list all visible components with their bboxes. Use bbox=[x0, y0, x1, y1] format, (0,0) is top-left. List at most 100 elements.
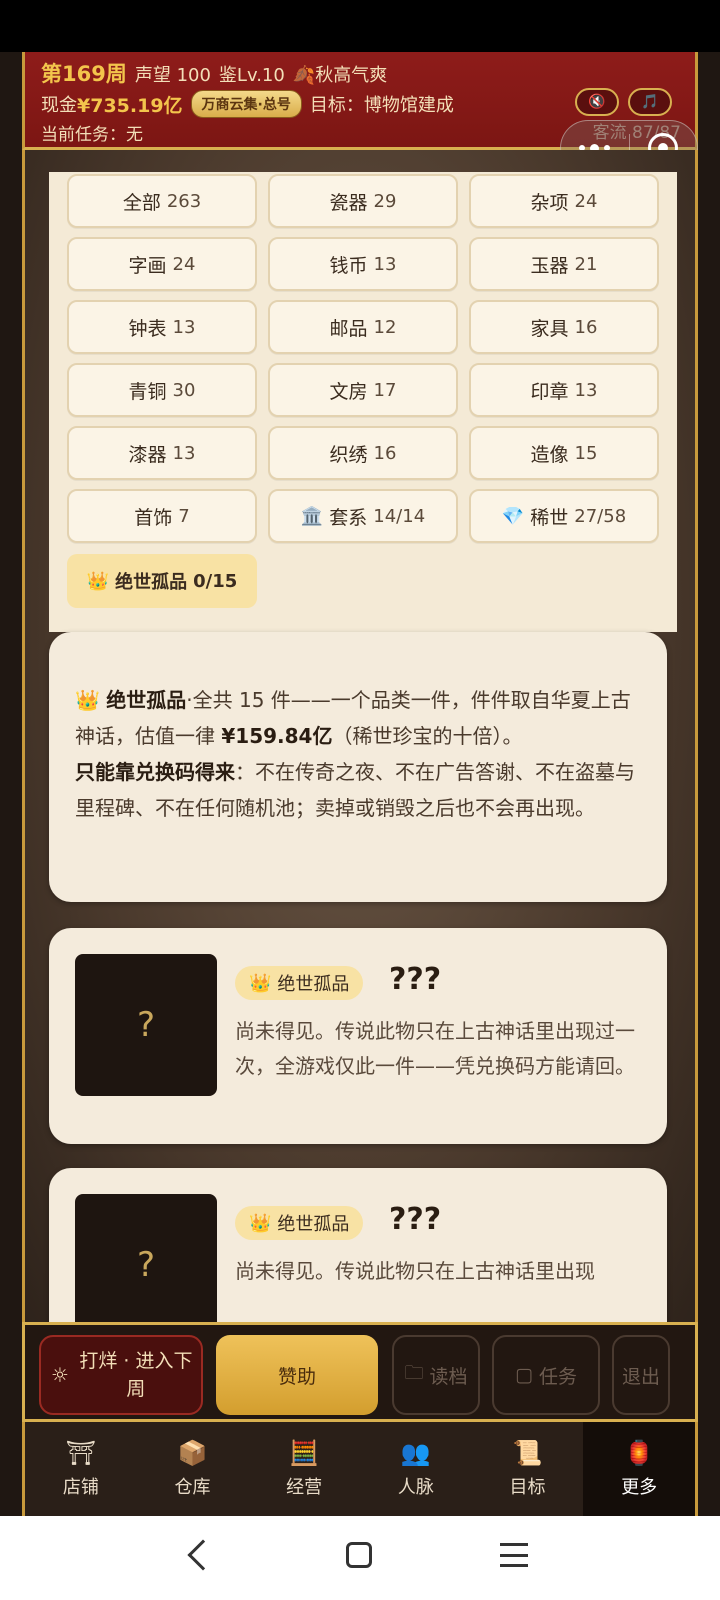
filter-chip-count: 16 bbox=[574, 316, 598, 338]
filter-legendary[interactable]: 👑 绝世孤品 0/15 bbox=[67, 554, 257, 608]
folder-icon: 🗀 bbox=[404, 1362, 424, 1384]
tab-shop[interactable]: ⛩ 店铺 bbox=[25, 1422, 137, 1516]
music-icon: 🎵 bbox=[641, 94, 659, 110]
filter-chip-label: 钟表 bbox=[128, 317, 167, 340]
filter-chip-label: 漆器 bbox=[128, 443, 167, 466]
warehouse-icon: 📦 bbox=[177, 1439, 208, 1467]
back-icon[interactable] bbox=[187, 1539, 219, 1571]
filter-chip-count: 27/58 bbox=[574, 505, 627, 527]
filter-chip-count: 14/14 bbox=[373, 505, 426, 527]
collection-scroll-area[interactable]: 全部 263 瓷器 29 杂项 24 字画 24 钱币 13 玉器 21 钟表 13 邮品 12 家具 16 青铜 3… bbox=[22, 150, 698, 1322]
filter-chip-label: 全部 bbox=[122, 191, 161, 214]
next-week-label: 打烊 · 进入下周 bbox=[79, 1350, 193, 1400]
people-icon: 👥 bbox=[400, 1439, 431, 1467]
maple-leaf-icon: 🍂 bbox=[292, 65, 316, 86]
filter-chip[interactable]: 漆器 13 bbox=[67, 426, 257, 480]
crown-icon: 👑 bbox=[75, 688, 100, 712]
filter-chip-count: 24 bbox=[172, 253, 196, 275]
filter-chip[interactable]: 邮品 12 bbox=[268, 300, 458, 354]
filter-chip[interactable]: 🏛️ 套系 14/14 bbox=[268, 489, 458, 543]
merchant-badge[interactable]: 万商云集·总号 bbox=[190, 90, 302, 118]
action-bar: ☼ 打烊 · 进入下周 赞助 🗀 读档 ▢ 任务 退出 bbox=[22, 1322, 698, 1422]
filter-chip[interactable]: 家具 16 bbox=[469, 300, 659, 354]
tab-warehouse[interactable]: 📦 仓库 bbox=[137, 1422, 249, 1516]
info-title: 绝世孤品 bbox=[106, 688, 187, 712]
filter-chip-count: 263 bbox=[166, 190, 202, 212]
tab-more[interactable]: 🏮 更多 bbox=[583, 1422, 696, 1516]
shop-icon: ⛩ bbox=[65, 1439, 97, 1467]
filter-chip[interactable]: 瓷器 29 bbox=[268, 174, 458, 228]
item-name: ??? bbox=[389, 962, 442, 997]
tab-goals[interactable]: 📜 目标 bbox=[472, 1422, 584, 1516]
mute-button[interactable]: 🔇 bbox=[575, 88, 619, 116]
exit-button[interactable]: 退出 bbox=[612, 1335, 670, 1415]
current-task: 当前任务：无 bbox=[41, 125, 143, 145]
filter-chip-label: 织绣 bbox=[329, 443, 368, 466]
filter-chip-count: 30 bbox=[172, 379, 196, 401]
info-price: ¥159.84亿 bbox=[221, 724, 333, 748]
item-rarity-label: 绝世孤品 bbox=[277, 974, 350, 995]
tab-business[interactable]: 🧮 经营 bbox=[248, 1422, 360, 1516]
filter-chip-label: 青铜 bbox=[128, 380, 167, 403]
filter-chip-label: 钱币 bbox=[329, 254, 368, 277]
filter-chip-label: 文房 bbox=[329, 380, 368, 403]
task-button[interactable]: ▢ 任务 bbox=[492, 1335, 600, 1415]
crown-icon: 👑 bbox=[86, 570, 110, 592]
filter-chip-label: 印章 bbox=[530, 380, 569, 403]
crown-icon: 👑 bbox=[249, 1212, 272, 1234]
crown-icon: 👑 bbox=[249, 972, 272, 994]
load-save-label: 读档 bbox=[429, 1365, 468, 1388]
filter-legendary-label: 绝世孤品 bbox=[115, 572, 188, 593]
item-description: 尚未得见。传说此物只在上古神话里出现过一次，全游戏仅此一件——凭兑换码方能请回。 bbox=[235, 1019, 635, 1078]
sun-icon: ☼ bbox=[51, 1363, 69, 1387]
tab-label: 店铺 bbox=[62, 1477, 99, 1498]
museum-icon: 🏛️ bbox=[300, 505, 324, 527]
filter-legendary-count: 0/15 bbox=[193, 570, 238, 592]
header-stats: 第169周 声望 100 鉴Lv.10 🍂 秋高气爽 bbox=[41, 58, 387, 88]
cash-amount: ¥735.19亿 bbox=[77, 94, 183, 117]
lantern-icon: 🏮 bbox=[624, 1439, 655, 1467]
week-counter: 第169周 bbox=[41, 62, 127, 86]
menu-icon[interactable] bbox=[500, 1543, 528, 1567]
item-card[interactable]: ? 👑 绝世孤品 ??? 尚未得见。传说此物只在上古神话里出现过一次，全游戏仅此… bbox=[49, 928, 667, 1144]
filter-chip[interactable]: 钱币 13 bbox=[268, 237, 458, 291]
filter-chip[interactable]: 织绣 16 bbox=[268, 426, 458, 480]
home-icon[interactable] bbox=[346, 1542, 372, 1568]
filter-chip[interactable]: 玉器 21 bbox=[469, 237, 659, 291]
system-navigation-bar bbox=[0, 1516, 720, 1600]
filter-chip-count: 24 bbox=[574, 190, 598, 212]
filter-chip[interactable]: 文房 17 bbox=[268, 363, 458, 417]
item-thumbnail: ? bbox=[75, 1194, 217, 1322]
filter-chip[interactable]: 印章 13 bbox=[469, 363, 659, 417]
item-card[interactable]: ? 👑 绝世孤品 ??? 尚未得见。传说此物只在上古神话里出现 bbox=[49, 1168, 667, 1322]
sponsor-button[interactable]: 赞助 bbox=[216, 1335, 378, 1415]
task-icon: ▢ bbox=[515, 1364, 533, 1386]
filter-chip-label: 邮品 bbox=[329, 317, 368, 340]
filter-chip[interactable]: 钟表 13 bbox=[67, 300, 257, 354]
filter-chip[interactable]: 首饰 7 bbox=[67, 489, 257, 543]
filter-chip[interactable]: 青铜 30 bbox=[67, 363, 257, 417]
tab-label: 人脉 bbox=[397, 1477, 434, 1498]
info-text-2: （稀世珍宝的十倍）。 bbox=[332, 724, 523, 748]
music-button[interactable]: 🎵 bbox=[628, 88, 672, 116]
appraisal-level: 鉴Lv.10 bbox=[218, 65, 285, 86]
filter-chip[interactable]: 全部 263 bbox=[67, 174, 257, 228]
info-redeem-only: 只能靠兑换码得来 bbox=[75, 760, 235, 784]
tab-label: 仓库 bbox=[174, 1477, 211, 1498]
filter-chip[interactable]: 字画 24 bbox=[67, 237, 257, 291]
item-description: 尚未得见。传说此物只在上古神话里出现 bbox=[235, 1259, 595, 1283]
filter-chip-label: 玉器 bbox=[530, 254, 569, 277]
load-save-button[interactable]: 🗀 读档 bbox=[392, 1335, 480, 1415]
filter-chip[interactable]: 杂项 24 bbox=[469, 174, 659, 228]
tab-label: 目标 bbox=[509, 1477, 546, 1498]
filter-chip[interactable]: 💎 稀世 27/58 bbox=[469, 489, 659, 543]
goal-text: 目标：博物馆建成 bbox=[309, 95, 454, 116]
cash-label: 现金 bbox=[41, 95, 77, 116]
abacus-icon: 🧮 bbox=[289, 1439, 320, 1467]
filter-chip[interactable]: 造像 15 bbox=[469, 426, 659, 480]
season: 秋高气爽 bbox=[315, 65, 388, 86]
filter-chip-count: 13 bbox=[373, 253, 397, 275]
next-week-button[interactable]: ☼ 打烊 · 进入下周 bbox=[39, 1335, 203, 1415]
tab-contacts[interactable]: 👥 人脉 bbox=[360, 1422, 472, 1516]
filter-chip-label: 首饰 bbox=[134, 506, 173, 529]
